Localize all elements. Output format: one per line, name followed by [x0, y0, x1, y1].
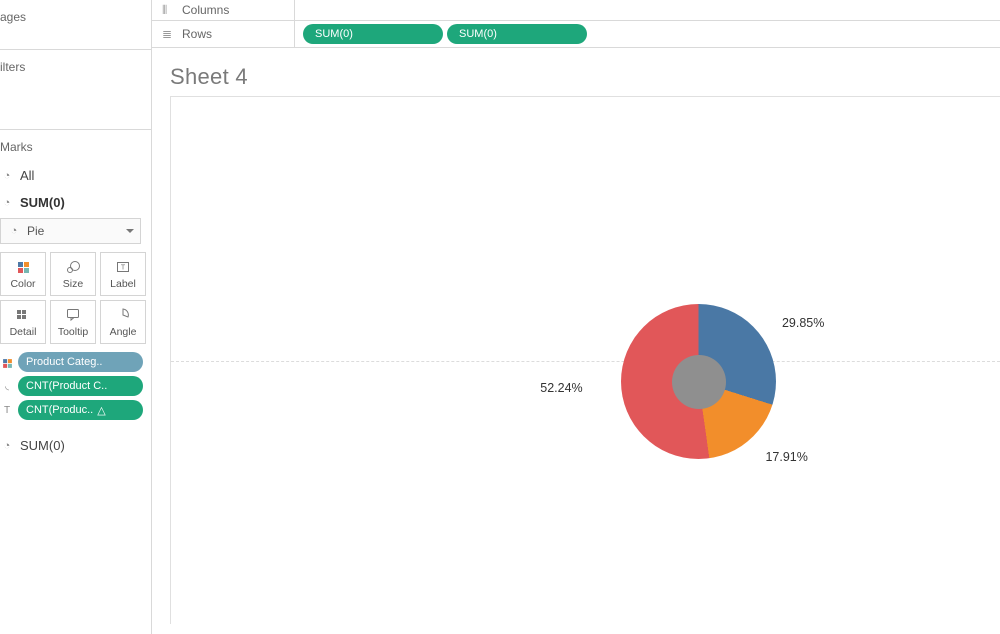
chevron-down-icon — [126, 229, 134, 233]
color-icon — [0, 355, 14, 369]
marks-sum0-row-1[interactable]: ◔ SUM(0) — [0, 189, 143, 216]
mark-card-angle-label: Angle — [110, 326, 137, 338]
marks-sum0-row-2[interactable]: ◔ SUM(0) — [0, 432, 143, 459]
marks-card: Marks ◔ All ◔ SUM(0) ◔ Pie Color — [0, 130, 151, 634]
pill-label: CNT(Product C.. — [26, 380, 107, 392]
rows-icon: ≣ — [162, 27, 174, 41]
columns-icon: ⦀ — [162, 3, 174, 18]
pages-shelf[interactable]: ages — [0, 0, 151, 50]
shelves: ⦀ Columns ≣ Rows SUM(0) SUM(0) — [152, 0, 1000, 48]
rows-pill-1[interactable]: SUM(0) — [303, 24, 443, 44]
chart-viewport[interactable]: 29.85% 17.91% 52.24% — [170, 96, 1000, 624]
sheet-title[interactable]: Sheet 4 — [170, 64, 1000, 90]
mark-pill-list: Product Categ.. ◟ CNT(Product C.. T CNT(… — [0, 352, 143, 420]
svg-text:T: T — [121, 265, 126, 272]
columns-shelf[interactable]: ⦀ Columns — [152, 0, 1000, 20]
pie-icon: ◔ — [0, 197, 14, 209]
pages-header: ages — [0, 6, 143, 28]
pill-label: Product Categ.. — [26, 356, 102, 368]
pill-product-category[interactable]: Product Categ.. — [18, 352, 143, 372]
tooltip-icon — [65, 307, 81, 323]
marks-all-row[interactable]: ◔ All — [0, 162, 143, 189]
marks-sum0-label-2: SUM(0) — [20, 438, 65, 453]
marks-sum0-label-1: SUM(0) — [20, 195, 65, 210]
pill-label: SUM(0) — [315, 28, 353, 40]
marks-all-label: All — [20, 168, 34, 183]
rows-label: Rows — [182, 27, 212, 41]
detail-icon — [15, 307, 31, 323]
pie-icon: ◔ — [7, 225, 21, 237]
mark-card-color[interactable]: Color — [0, 252, 46, 296]
label-icon: T — [0, 405, 14, 416]
mark-card-detail[interactable]: Detail — [0, 300, 46, 344]
workspace: ⦀ Columns ≣ Rows SUM(0) SUM(0) Sheet 4 — [152, 0, 1000, 634]
donut-hole — [672, 355, 726, 409]
angle-icon: ◟ — [0, 381, 14, 392]
donut-pie — [621, 304, 776, 459]
label-icon: T — [115, 259, 131, 275]
mark-card-grid: Color Size T Label Detail Tooltip — [0, 252, 141, 344]
mark-card-detail-label: Detail — [10, 326, 37, 338]
size-icon — [65, 259, 81, 275]
slice-label-a: 29.85% — [782, 316, 824, 330]
pie-icon: ◔ — [0, 440, 14, 452]
pie-icon: ◔ — [0, 170, 14, 182]
mark-card-size[interactable]: Size — [50, 252, 96, 296]
rows-pill-2[interactable]: SUM(0) — [447, 24, 587, 44]
columns-label: Columns — [182, 3, 229, 17]
filters-header: ilters — [0, 56, 143, 78]
warning-icon: △ — [97, 404, 105, 417]
sheet-area: Sheet 4 29.85% 17.91% 52.24% — [152, 48, 1000, 634]
mark-card-size-label: Size — [63, 278, 83, 290]
rows-shelf[interactable]: ≣ Rows SUM(0) SUM(0) — [152, 20, 1000, 47]
mark-card-label[interactable]: T Label — [100, 252, 146, 296]
pill-label: CNT(Produc.. — [26, 404, 93, 416]
mark-card-tooltip[interactable]: Tooltip — [50, 300, 96, 344]
pill-label: SUM(0) — [459, 28, 497, 40]
filters-shelf[interactable]: ilters — [0, 50, 151, 130]
donut-chart[interactable]: 29.85% 17.91% 52.24% — [621, 304, 776, 459]
color-icon — [18, 262, 29, 273]
angle-icon — [115, 307, 131, 323]
zero-line — [171, 361, 1000, 362]
mark-card-tooltip-label: Tooltip — [58, 326, 88, 338]
mark-card-label-label: Label — [110, 278, 136, 290]
mark-type-label: Pie — [27, 224, 44, 238]
marks-header: Marks — [0, 136, 143, 158]
pill-cnt-product-1[interactable]: CNT(Product C.. — [18, 376, 143, 396]
mark-type-dropdown[interactable]: ◔ Pie — [0, 218, 141, 244]
pill-cnt-product-2[interactable]: CNT(Produc.. △ — [18, 400, 143, 420]
slice-label-b: 17.91% — [765, 450, 807, 464]
mark-card-angle[interactable]: Angle — [100, 300, 146, 344]
slice-label-c: 52.24% — [540, 381, 582, 395]
left-panel: ages ilters Marks ◔ All ◔ SUM(0) ◔ Pie — [0, 0, 152, 634]
mark-card-color-label: Color — [10, 278, 35, 290]
